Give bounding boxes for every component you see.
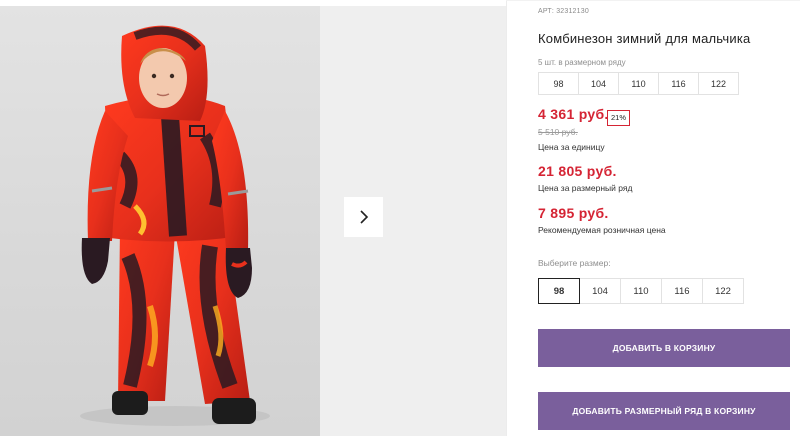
product-photo xyxy=(0,6,320,436)
product-title: Комбинезон зимний для мальчика xyxy=(538,31,751,46)
size-row-item: 122 xyxy=(698,72,739,95)
chevron-right-icon xyxy=(359,210,368,224)
size-option-122[interactable]: 122 xyxy=(702,278,744,304)
article-number: АРТ: 32312130 xyxy=(538,8,589,15)
size-picker: 98 104 110 116 122 xyxy=(538,278,744,304)
next-photo-button[interactable] xyxy=(344,197,383,237)
old-price: 5 510 руб. xyxy=(538,127,578,137)
discount-badge: 21% xyxy=(607,110,631,126)
size-row-item: 116 xyxy=(658,72,699,95)
unit-price-caption: Цена за единицу xyxy=(538,142,605,152)
add-size-row-to-cart-button[interactable]: ДОБАВИТЬ РАЗМЕРНЫЙ РЯД В КОРЗИНУ xyxy=(538,392,790,430)
size-option-98[interactable]: 98 xyxy=(538,278,580,304)
row-price: 21 805 руб. xyxy=(538,163,617,179)
size-row-item: 110 xyxy=(618,72,659,95)
row-price-caption: Цена за размерный ряд xyxy=(538,183,633,193)
size-row-item: 104 xyxy=(578,72,619,95)
size-row-item: 98 xyxy=(538,72,579,95)
unit-price: 4 361 руб. xyxy=(538,106,609,122)
panel-top-border xyxy=(506,0,800,1)
size-option-110[interactable]: 110 xyxy=(620,278,662,304)
size-row-label: 5 шт. в размерном ряду xyxy=(538,58,626,67)
retail-price-caption: Рекомендуемая розничная цена xyxy=(538,225,666,235)
size-option-104[interactable]: 104 xyxy=(579,278,621,304)
child-in-snowsuit-image xyxy=(80,25,270,426)
panel-divider xyxy=(506,0,507,436)
size-option-116[interactable]: 116 xyxy=(661,278,703,304)
size-picker-label: Выберите размер: xyxy=(538,258,611,268)
retail-price: 7 895 руб. xyxy=(538,205,609,221)
add-to-cart-button[interactable]: ДОБАВИТЬ В КОРЗИНУ xyxy=(538,329,790,367)
size-row-list: 98 104 110 116 122 xyxy=(538,72,739,95)
